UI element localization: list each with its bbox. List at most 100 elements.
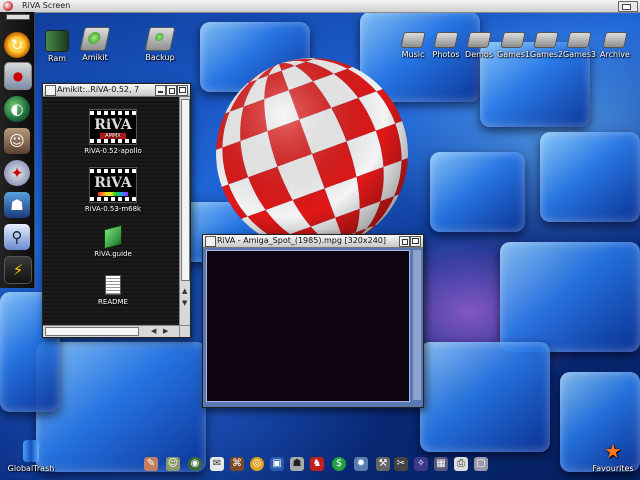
riva-guide-file[interactable]: RiVA.guide (81, 224, 145, 258)
dock-grid-icon[interactable]: ▦ (434, 457, 448, 471)
scroll-down-arrow-icon[interactable]: ▼ (182, 299, 187, 308)
scroll-left-arrow-icon[interactable]: ◀ (151, 327, 156, 336)
drawer-contents: RiVA AMMX RiVA-0.52-apollo RiVA RiVA-0.5… (43, 97, 179, 325)
riva-m68k-label: RiVA-0.53-m68k (84, 205, 142, 213)
dock-power-icon[interactable]: ⚡ (4, 256, 32, 284)
drawer-title-bar[interactable]: Amikit:..RiVA-0.52, 7 (43, 84, 190, 97)
drawer-window: Amikit:..RiVA-0.52, 7 RiVA AMMX RiVA-0.5… (42, 83, 191, 338)
demos-drive-label: Demos (465, 50, 493, 59)
games3-drive-icon[interactable]: Games3 (563, 32, 597, 59)
dock-user-icon[interactable]: ☺ (4, 128, 30, 154)
dock-globe-icon[interactable]: ◐ (4, 96, 30, 122)
riva-logo-icon: RiVA (89, 167, 137, 203)
dock-shell-icon[interactable]: ⌘ (230, 457, 244, 471)
dock-prefs-icon[interactable]: ● (4, 62, 32, 90)
guide-book-icon (104, 224, 122, 250)
dock-print-icon[interactable]: ⎙ (454, 457, 468, 471)
player-side-bar (413, 250, 421, 400)
dock-monitor-icon[interactable]: ▣ (270, 457, 284, 471)
riva-logo-text: RiVA (94, 117, 132, 133)
favourites-label: Favourites (592, 464, 634, 473)
video-display[interactable] (206, 250, 410, 402)
drawer-close-button[interactable] (45, 85, 56, 96)
readme-label: README (98, 298, 128, 306)
archive-drive-label: Archive (600, 50, 630, 59)
player-zoom-button[interactable] (399, 236, 410, 247)
player-close-button[interactable] (205, 236, 216, 247)
drawer-vertical-scrollbar[interactable]: ▲ ▼ (179, 97, 190, 325)
player-depth-button[interactable] (410, 236, 421, 247)
favourites-icon[interactable]: ★ Favourites (588, 440, 638, 473)
music-drive-icon[interactable]: Music (398, 32, 428, 59)
dock-scissors-icon[interactable]: ✂ (394, 457, 408, 471)
screen-title: RiVA Screen (22, 1, 71, 10)
dock-mail-icon[interactable]: ✉ (210, 457, 224, 471)
drawer-iconify-button[interactable] (155, 85, 166, 96)
riva-logo-icon: RiVA AMMX (89, 109, 137, 145)
left-dock: ↻ ● ◐ ☺ ✦ ☗ ⚲ ⚡ (0, 12, 35, 288)
document-icon (105, 275, 121, 295)
games2-drive-label: Games2 (530, 50, 564, 59)
ram-disk-label: Ram (47, 54, 67, 63)
player-title-bar[interactable]: RiVA - Amiga_Spot_(1985).mpg [320x240] (203, 235, 423, 248)
drawer-horizontal-scroll-knob[interactable] (45, 327, 139, 336)
dock-monster-icon[interactable]: ☗ (4, 192, 30, 218)
dock-tools-icon[interactable]: ✦ (4, 160, 30, 186)
background-cube (420, 342, 550, 452)
dock-cd-icon[interactable]: ◎ (250, 457, 264, 471)
demos-drive-icon[interactable]: Demos (464, 32, 494, 59)
dock-launcher-icon[interactable]: ↻ (4, 32, 30, 58)
riva-m68k-file[interactable]: RiVA RiVA-0.53-m68k (81, 167, 145, 213)
backup-drive-icon[interactable]: Backup (142, 27, 178, 62)
boing-ball (216, 58, 408, 250)
ammx-badge: AMMX (100, 133, 126, 139)
dock-search-icon[interactable]: ⚲ (4, 224, 30, 250)
readme-file[interactable]: README (81, 275, 145, 306)
riva-apollo-label: RiVA-0.52-apollo (84, 147, 142, 155)
dock-window-icon[interactable]: ▢ (474, 457, 488, 471)
global-trash-icon[interactable]: GlobalTrash (6, 440, 56, 473)
games1-drive-label: Games1 (497, 50, 531, 59)
dock-tool-icon[interactable]: ⚒ (376, 457, 390, 471)
riva-guide-label: RiVA.guide (94, 250, 132, 258)
scroll-up-arrow-icon[interactable]: ▲ (182, 287, 187, 296)
background-cube (36, 342, 206, 472)
games2-drive-icon[interactable]: Games2 (530, 32, 564, 59)
amikit-drive-icon[interactable]: Amikit (79, 27, 111, 62)
dock-paint-icon[interactable]: ✎ (144, 457, 158, 471)
background-cube (500, 242, 640, 352)
riva-apollo-file[interactable]: RiVA AMMX RiVA-0.52-apollo (81, 109, 145, 155)
drawer-title: Amikit:..RiVA-0.52, 7 (57, 85, 140, 94)
global-trash-label: GlobalTrash (7, 464, 55, 473)
drawer-depth-button[interactable] (177, 85, 188, 96)
screen-depth-button[interactable] (618, 1, 638, 12)
drawer-zoom-button[interactable] (166, 85, 177, 96)
drawer-vertical-scroll-knob[interactable] (181, 99, 190, 281)
riva-logo-text: RiVA (94, 175, 132, 191)
dock-handle[interactable] (6, 14, 30, 20)
dock-invader-icon[interactable]: ♞ (310, 457, 324, 471)
background-cube (430, 152, 525, 232)
star-icon: ★ (604, 439, 622, 463)
ram-disk-icon[interactable]: Ram (42, 30, 72, 63)
dock-network-icon[interactable]: ◉ (188, 457, 202, 471)
bottom-dock: ✎ ☺ ◉ ✉ ⌘ ◎ ▣ ☗ ♞ $ ✹ ⚒ ✂ ✧ ▦ ⎙ ▢ (140, 455, 495, 477)
background-cube (540, 132, 640, 222)
photos-drive-label: Photos (432, 50, 460, 59)
drawer-horizontal-scrollbar[interactable]: ◀ ▶ (43, 325, 179, 337)
games1-drive-icon[interactable]: Games1 (497, 32, 531, 59)
drawer-resize-gadget[interactable] (179, 325, 190, 337)
dock-wand-icon[interactable]: ✧ (414, 457, 428, 471)
dock-bug-icon[interactable]: ✹ (354, 457, 368, 471)
archive-drive-icon[interactable]: Archive (598, 32, 632, 59)
photos-drive-icon[interactable]: Photos (430, 32, 462, 59)
games3-drive-label: Games3 (563, 50, 597, 59)
screen-title-bar: RiVA Screen (0, 0, 640, 13)
screen-close-button[interactable] (3, 1, 13, 11)
dock-face-icon[interactable]: ☺ (166, 457, 180, 471)
backup-drive-label: Backup (145, 53, 175, 62)
music-drive-label: Music (401, 50, 425, 59)
dock-ghost-icon[interactable]: ☗ (290, 457, 304, 471)
dock-dollar-icon[interactable]: $ (332, 457, 346, 471)
scroll-right-arrow-icon[interactable]: ▶ (163, 327, 168, 336)
